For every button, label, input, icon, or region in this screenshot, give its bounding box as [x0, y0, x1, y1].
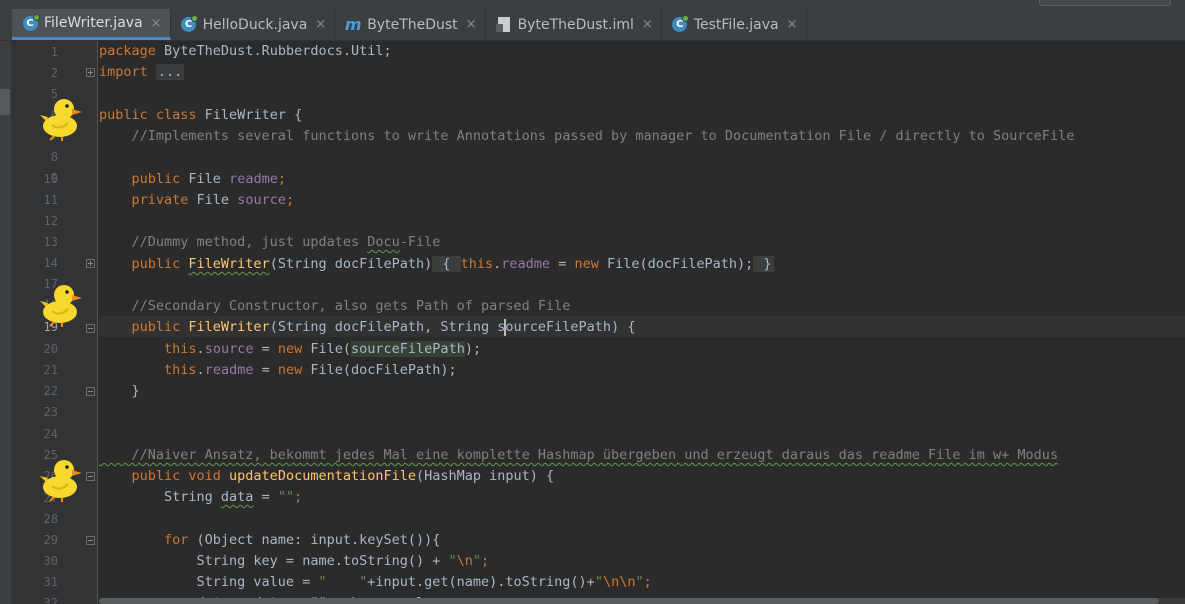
module-icon: m — [344, 15, 362, 34]
tab-filewriter-java[interactable]: C FileWriter.java × — [12, 9, 171, 40]
tab-label: FileWriter.java — [44, 15, 143, 31]
close-icon[interactable]: × — [315, 17, 326, 32]
fold-collapse-icon[interactable] — [86, 387, 95, 396]
line-number: 14 — [43, 256, 58, 270]
tab-label: ByteTheDust — [367, 16, 458, 33]
folded-imports[interactable]: ... — [155, 64, 185, 80]
java-class-icon: C — [181, 15, 199, 33]
tab-testfile-java[interactable]: C TestFile.java × — [662, 9, 807, 40]
code-line: public FileWriter(String docFilePath) { … — [99, 256, 774, 272]
code-line: //Dummy method, just updates Docu-File — [99, 234, 441, 250]
tab-label: HelloDuck.java — [202, 16, 308, 33]
line-number: 23 — [43, 405, 58, 419]
code-line-current: public FileWriter(String docFilePath, St… — [99, 318, 636, 336]
code-area[interactable]: package ByteTheDust.Rubberdocs.Util; imp… — [99, 41, 1185, 604]
code-line: //Naiver Ansatz, bekommt jedes Mal eine … — [99, 447, 1059, 463]
line-number: 1 — [50, 45, 58, 59]
line-number: 11 — [43, 193, 58, 207]
line-number: 28 — [43, 512, 58, 526]
line-number: 31 — [43, 575, 58, 589]
rubber-duck-icon[interactable] — [38, 456, 86, 502]
tab-bytethedust-module[interactable]: m ByteTheDust × — [335, 9, 486, 40]
code-line: package ByteTheDust.Rubberdocs.Util; — [99, 43, 392, 59]
rubber-duck-icon[interactable] — [38, 281, 86, 327]
tab-label: ByteTheDust.iml — [517, 16, 634, 33]
line-number: 13 — [43, 235, 58, 249]
line-number: 29 — [43, 533, 58, 547]
tab-bytethedust-iml[interactable]: ByteTheDust.iml × — [486, 9, 662, 40]
close-icon[interactable]: × — [787, 17, 798, 32]
code-line: private File source; — [99, 192, 295, 208]
code-line: String key = name.toString() + "\n"; — [99, 553, 490, 569]
line-number: 12 — [43, 214, 58, 228]
code-line: public void updateDocumentationFile(Hash… — [99, 468, 555, 484]
code-line: String data = ""; — [99, 489, 303, 505]
scrollbar-thumb[interactable] — [99, 598, 1159, 604]
close-icon[interactable]: × — [151, 16, 162, 31]
code-line: this.readme = new File(docFilePath); — [99, 362, 457, 378]
fold-expand-icon[interactable] — [86, 68, 95, 77]
editor-tab-bar: C FileWriter.java × C HelloDuck.java × m… — [0, 0, 1185, 41]
line-number: 24 — [43, 427, 58, 441]
fold-expand-icon[interactable] — [86, 259, 95, 268]
rubber-duck-icon[interactable] — [38, 95, 86, 141]
code-editor[interactable]: package ByteTheDust.Rubberdocs.Util; imp… — [99, 41, 1185, 604]
toolbar-search-box[interactable] — [1039, 0, 1171, 6]
code-line: String value = " "+input.get(name).toStr… — [99, 574, 652, 590]
line-number: 8 — [50, 150, 58, 164]
java-class-icon: C — [672, 15, 690, 33]
fold-collapse-icon[interactable] — [86, 536, 95, 545]
code-line: public class FileWriter { — [99, 107, 303, 123]
tab-label: TestFile.java — [693, 16, 779, 33]
tabs: C FileWriter.java × C HelloDuck.java × m… — [12, 9, 807, 40]
code-line: //Implements several functions to write … — [99, 128, 1075, 144]
left-tool-strip — [0, 41, 12, 604]
tab-helloduck-java[interactable]: C HelloDuck.java × — [171, 9, 336, 40]
close-icon[interactable]: × — [466, 17, 477, 32]
code-line: } — [99, 383, 140, 399]
line-number: 2 — [50, 66, 58, 80]
fold-collapse-icon[interactable] — [86, 324, 95, 333]
toolbar-strip — [0, 0, 1185, 9]
iml-file-icon — [495, 17, 512, 33]
line-number: 21 — [43, 363, 58, 377]
line-number: 30 — [43, 554, 58, 568]
code-line: import ... — [99, 64, 185, 80]
line-number: 22 — [43, 384, 58, 398]
code-line: //Secondary Constructor, also gets Path … — [99, 298, 571, 314]
code-line: public File readme; — [99, 171, 286, 187]
line-number: 20 — [43, 342, 58, 356]
code-line: for (Object name: input.keySet()){ — [99, 532, 441, 548]
code-line: this.source = new File(sourceFilePath); — [99, 341, 482, 357]
editor-gutter[interactable]: 1 2 5 6 7 8 9 10 11 12 13 14 17 18 19 20… — [12, 41, 98, 604]
horizontal-scrollbar[interactable] — [99, 598, 1185, 604]
tool-window-marker[interactable] — [0, 89, 10, 115]
fold-collapse-icon[interactable] — [86, 472, 95, 481]
line-number: 10 — [43, 172, 58, 186]
java-class-icon: C — [22, 13, 40, 31]
line-number: 32 — [43, 596, 58, 604]
close-icon[interactable]: × — [642, 17, 653, 32]
